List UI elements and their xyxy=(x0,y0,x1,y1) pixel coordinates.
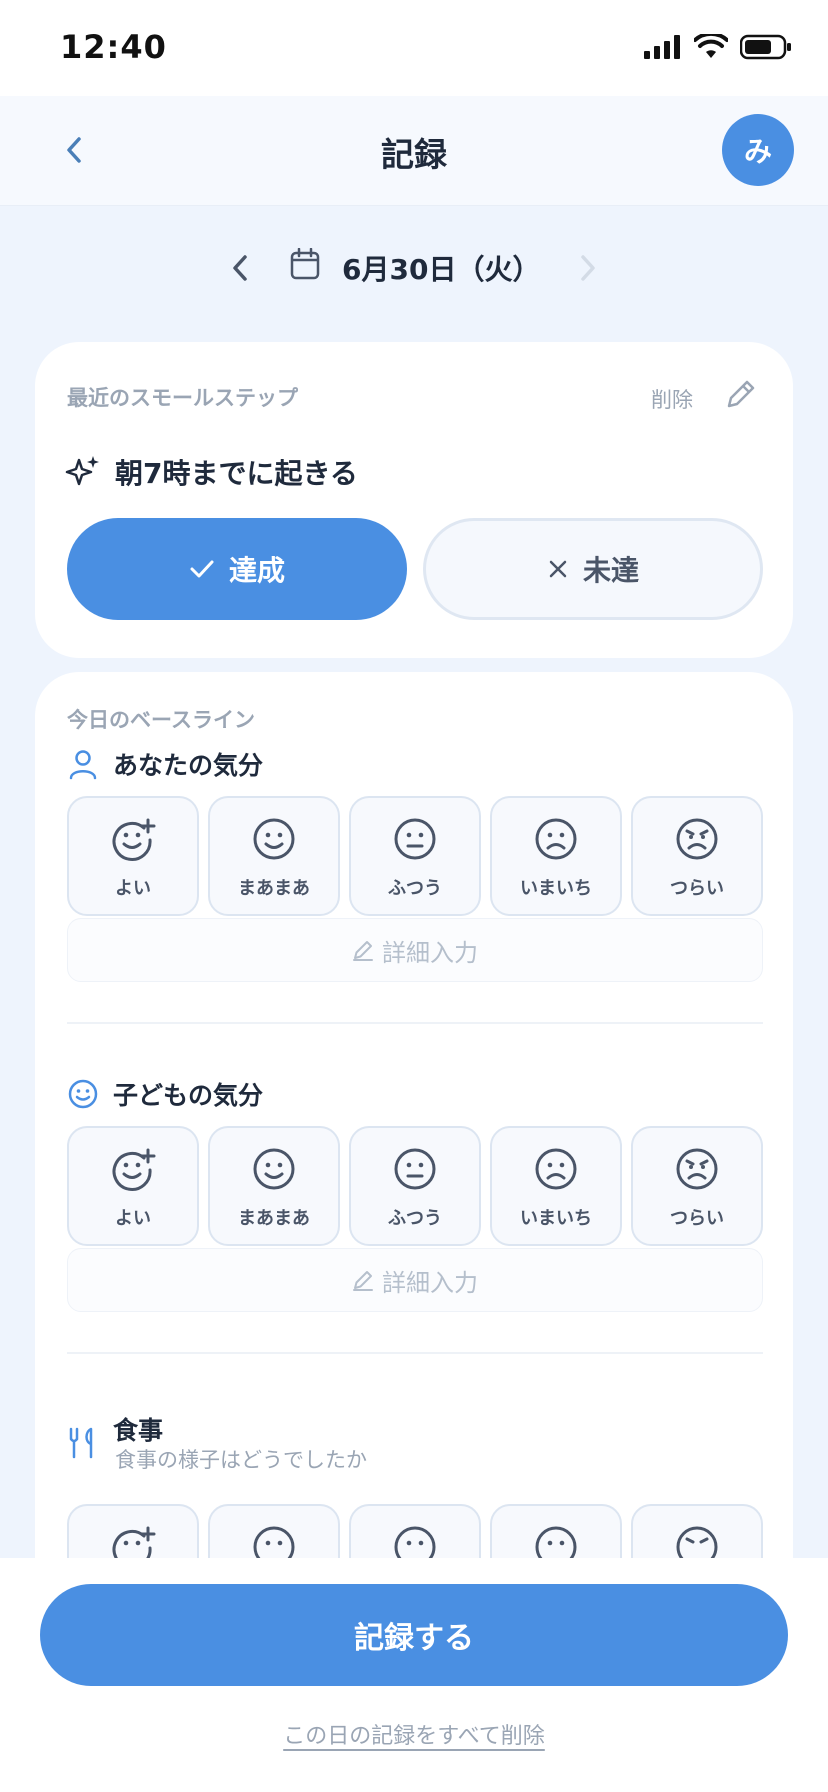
small-step-section-label: 最近のスモールステップ xyxy=(67,386,298,410)
next-day-button[interactable] xyxy=(568,248,608,288)
section-divider xyxy=(67,1022,763,1024)
mood-option-label: まあまあ xyxy=(238,1208,310,1229)
calendar-icon xyxy=(290,248,322,284)
meal-option-okay[interactable] xyxy=(208,1504,340,1558)
battery-icon xyxy=(740,34,792,60)
delete-all-container: この日の記録をすべて削除 xyxy=(0,1718,828,1750)
chevron-right-icon xyxy=(581,255,595,281)
utensils-icon xyxy=(67,1426,99,1460)
record-button[interactable]: 記録する xyxy=(40,1584,788,1686)
mood-option-neutral[interactable]: ふつう xyxy=(349,796,481,916)
mood-option-label: ふつう xyxy=(388,878,442,899)
your-mood-options: よい まあまあ ふつう いまいち つらい xyxy=(67,796,763,916)
footer: 記録する この日の記録をすべて削除 xyxy=(0,1558,828,1792)
person-icon xyxy=(67,748,99,780)
chevron-left-icon xyxy=(233,255,247,281)
detail-label: 詳細入力 xyxy=(382,938,478,967)
main-content[interactable]: 6月30日（火） 最近のスモールステップ 削除 朝7時までに起きる 達成 未達 … xyxy=(0,206,828,1558)
angry-face-icon xyxy=(676,1526,718,1558)
missed-label: 未達 xyxy=(582,554,639,587)
your-mood-title: あなたの気分 xyxy=(113,751,264,780)
signal-icon xyxy=(644,35,682,59)
angry-face-icon xyxy=(676,1148,718,1190)
neutral-face-icon xyxy=(394,1148,436,1190)
section-divider xyxy=(67,1352,763,1354)
sparkle-icon xyxy=(65,454,101,490)
mood-option-label: つらい xyxy=(670,878,724,899)
mood-option-good[interactable]: よい xyxy=(67,796,199,916)
achieved-label: 達成 xyxy=(228,554,285,587)
meal-option-good[interactable] xyxy=(67,1504,199,1558)
meal-options xyxy=(67,1504,763,1558)
mood-option-okay[interactable]: まあまあ xyxy=(208,796,340,916)
status-time: 12:40 xyxy=(60,28,167,66)
smile-icon xyxy=(253,818,295,860)
child-mood-heading: 子どもの気分 xyxy=(67,1076,263,1112)
mood-option-label: いまいち xyxy=(520,878,592,899)
avatar[interactable]: み xyxy=(722,114,794,186)
meal-title: 食事 xyxy=(113,1416,164,1445)
angry-face-icon xyxy=(676,818,718,860)
smile-icon xyxy=(253,1148,295,1190)
child-mood-options: よい まあまあ ふつう いまいち つらい xyxy=(67,1126,763,1246)
smile-plus-icon xyxy=(112,818,156,861)
smile-plus-icon xyxy=(112,1148,156,1191)
previous-day-button[interactable] xyxy=(220,248,260,288)
delete-step-link[interactable]: 削除 xyxy=(651,384,693,414)
mood-option-bad[interactable]: つらい xyxy=(631,796,763,916)
small-step-card: 最近のスモールステップ 削除 朝7時までに起きる 達成 未達 xyxy=(35,342,793,658)
frown-icon xyxy=(535,818,577,860)
app-header: 記録 み xyxy=(0,96,828,206)
pencil-icon xyxy=(353,1271,373,1291)
status-bar: 12:40 xyxy=(0,0,828,96)
child-mood-detail-button[interactable]: 詳細入力 xyxy=(67,1248,763,1312)
current-date: 6月30日（火） xyxy=(342,253,541,286)
child-mood-title: 子どもの気分 xyxy=(113,1081,264,1110)
delete-all-records-link[interactable]: この日の記録をすべて削除 xyxy=(283,1724,545,1749)
frown-icon xyxy=(535,1526,577,1558)
smile-plus-icon xyxy=(112,1526,156,1558)
mood-option-label: いまいち xyxy=(520,1208,592,1229)
pencil-icon[interactable] xyxy=(723,378,757,412)
neutral-face-icon xyxy=(394,1526,436,1558)
mood-option-neutral[interactable]: ふつう xyxy=(349,1126,481,1246)
mood-option-good[interactable]: よい xyxy=(67,1126,199,1246)
your-mood-detail-button[interactable]: 詳細入力 xyxy=(67,918,763,982)
meal-option-meh[interactable] xyxy=(490,1504,622,1558)
smile-icon xyxy=(67,1078,99,1110)
mood-option-label: まあまあ xyxy=(238,878,310,899)
meal-subtitle: 食事の様子はどうでしたか xyxy=(115,1448,367,1472)
mood-option-meh[interactable]: いまいち xyxy=(490,1126,622,1246)
small-step-title: 朝7時までに起きる xyxy=(115,457,358,490)
neutral-face-icon xyxy=(394,818,436,860)
meal-option-neutral[interactable] xyxy=(349,1504,481,1558)
mood-option-meh[interactable]: いまいち xyxy=(490,796,622,916)
small-step-title-row: 朝7時までに起きる xyxy=(65,452,358,492)
your-mood-heading: あなたの気分 xyxy=(67,746,263,782)
mood-option-bad[interactable]: つらい xyxy=(631,1126,763,1246)
achieved-button[interactable]: 達成 xyxy=(67,518,407,620)
status-icons xyxy=(644,34,792,60)
frown-icon xyxy=(535,1148,577,1190)
mood-option-label: よい xyxy=(115,1208,151,1229)
mood-option-label: よい xyxy=(115,878,151,899)
date-navigator: 6月30日（火） xyxy=(0,240,828,296)
check-icon xyxy=(190,560,214,578)
baseline-section-label: 今日のベースライン xyxy=(67,708,255,732)
mood-option-okay[interactable]: まあまあ xyxy=(208,1126,340,1246)
mood-option-label: つらい xyxy=(670,1208,724,1229)
mood-option-label: ふつう xyxy=(388,1208,442,1229)
wifi-icon xyxy=(694,34,728,60)
detail-label: 詳細入力 xyxy=(382,1268,478,1297)
missed-button[interactable]: 未達 xyxy=(423,518,763,620)
pencil-icon xyxy=(353,941,373,961)
meal-option-bad[interactable] xyxy=(631,1504,763,1558)
page-title: 記録 xyxy=(381,135,447,174)
baseline-card: 今日のベースライン あなたの気分 よい まあまあ ふつう いまいち つらい 詳細… xyxy=(35,672,793,1558)
smile-icon xyxy=(253,1526,295,1558)
close-icon xyxy=(549,560,567,578)
